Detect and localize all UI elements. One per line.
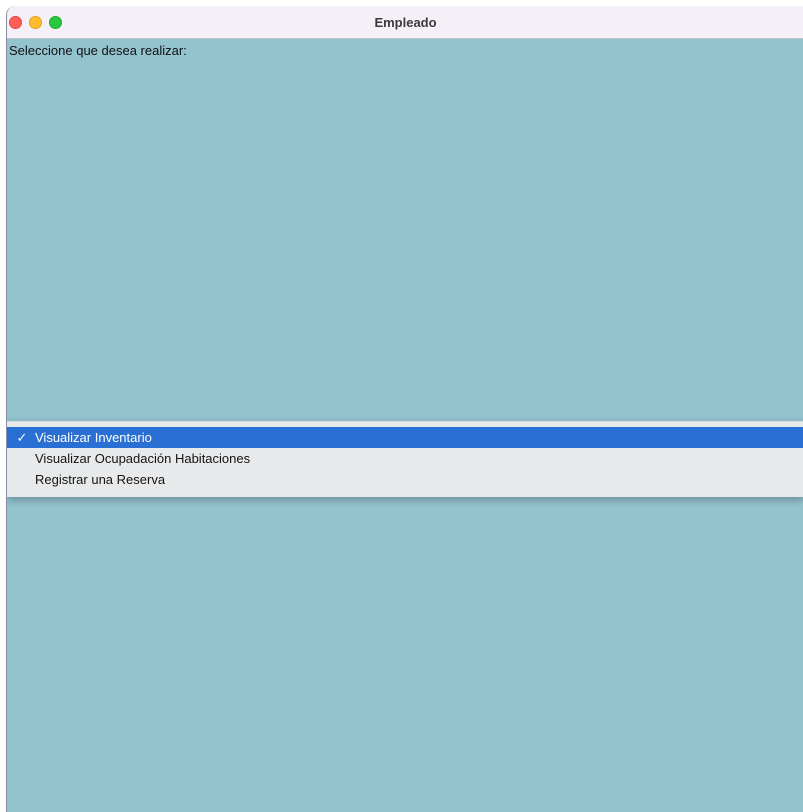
option-visualizar-inventario[interactable]: ✓ Visualizar Inventario [7, 427, 803, 448]
option-dropdown-list[interactable]: ✓ Visualizar Inventario Visualizar Ocupa… [7, 421, 803, 497]
option-label: Registrar una Reserva [35, 472, 166, 487]
prompt-label: Seleccione que desea realizar: [9, 43, 187, 58]
title-bar[interactable]: Empleado [7, 6, 803, 39]
check-icon: ✓ [16, 430, 28, 445]
option-registrar-reserva[interactable]: Registrar una Reserva [7, 469, 803, 490]
window-title: Empleado [374, 15, 437, 30]
app-window: Empleado Seleccione que desea realizar: … [6, 6, 803, 812]
option-label: Visualizar Ocupadación Habitaciones [35, 451, 251, 466]
option-label: Visualizar Inventario [35, 430, 152, 445]
option-visualizar-ocupacion[interactable]: Visualizar Ocupadación Habitaciones [7, 448, 803, 469]
